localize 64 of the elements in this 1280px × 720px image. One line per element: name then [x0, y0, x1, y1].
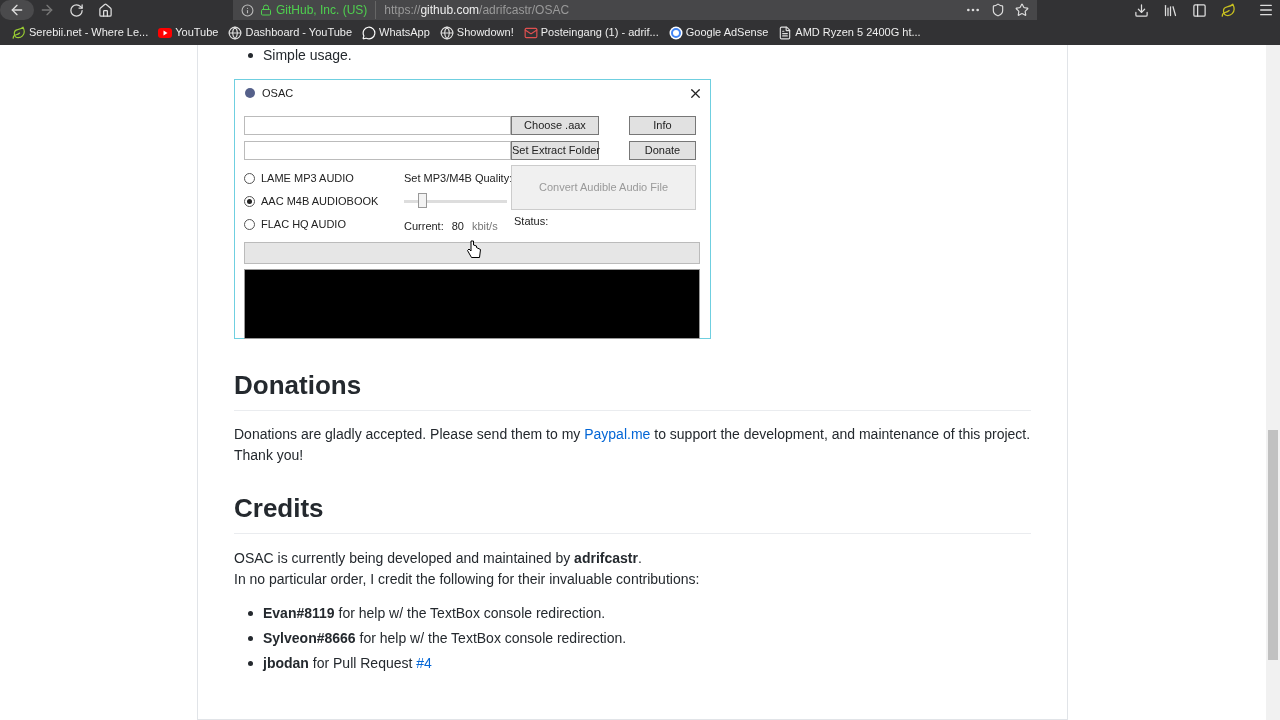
- list-item-text: jbodan for Pull Request #4: [263, 654, 432, 673]
- bullet-icon: [248, 661, 253, 666]
- forward-icon[interactable]: [39, 2, 55, 18]
- format-radio[interactable]: AAC M4B AUDIOBOOK: [244, 195, 404, 208]
- cursor-icon: [467, 240, 481, 260]
- section-heading: Donations: [234, 370, 1031, 411]
- side-button[interactable]: Info: [629, 116, 696, 135]
- quality-label: Set MP3/M4B Quality:: [404, 171, 511, 186]
- file-button[interactable]: Set Extract Folder: [511, 141, 599, 160]
- quality-slider[interactable]: [404, 192, 507, 209]
- list-item-text: Simple usage.: [263, 45, 352, 65]
- site-identity: GitHub, Inc. (US): [276, 1, 377, 19]
- globe-icon: [228, 25, 243, 40]
- bookmark[interactable]: Google AdSense: [668, 24, 769, 41]
- home-icon[interactable]: [98, 2, 113, 18]
- back-icon[interactable]: [9, 2, 25, 18]
- app-icon: [245, 88, 255, 98]
- unit-label: kbit/s: [472, 218, 498, 234]
- play-icon: [158, 25, 173, 40]
- status-label: Status:: [514, 214, 550, 229]
- path-field[interactable]: [244, 116, 511, 135]
- format-radio[interactable]: FLAC HQ AUDIO: [244, 218, 404, 231]
- current-value: 80: [451, 218, 464, 234]
- bookmark[interactable]: Serebii.net - Where Le...: [12, 24, 149, 41]
- chat-icon: [362, 25, 377, 40]
- page-icon: [778, 25, 793, 40]
- bookmark[interactable]: Posteingang (1) - adrif...: [523, 24, 659, 41]
- library-icon[interactable]: [1163, 2, 1178, 18]
- mail-icon: [523, 25, 538, 40]
- pull-request-link[interactable]: #4: [416, 655, 432, 671]
- bullet-icon: [248, 611, 253, 616]
- bookmark[interactable]: YouTube: [158, 24, 219, 41]
- paragraph: OSAC is currently being developed and maintained by adrifcastr.: [234, 549, 643, 568]
- format-radio[interactable]: LAME MP3 AUDIO: [244, 172, 404, 185]
- download-icon[interactable]: [1134, 2, 1149, 18]
- bookmark[interactable]: WhatsApp: [362, 24, 430, 41]
- info-icon: [241, 3, 254, 17]
- reload-icon[interactable]: [69, 2, 84, 18]
- paypal-link[interactable]: Paypal.me: [584, 426, 651, 442]
- current-label: Current:: [404, 218, 444, 234]
- list-item-text: Evan#8119 for help w/ the TextBox console redirection.: [263, 604, 606, 623]
- paragraph: Donations are gladly accepted. Please send them to my Paypal.me to support the development, and maintenance of this project. Thank you!: [234, 425, 1031, 465]
- section-heading: Credits: [234, 493, 1031, 534]
- list-item-text: Sylveon#8666 for help w/ the TextBox console redirection.: [263, 629, 627, 648]
- menu-icon[interactable]: [1258, 2, 1274, 18]
- side-button[interactable]: Donate: [629, 141, 696, 160]
- sidebar-icon[interactable]: [1192, 2, 1207, 18]
- bookmark[interactable]: Showdown!: [439, 24, 514, 41]
- lock-icon: [260, 4, 272, 16]
- globe-icon: [439, 25, 454, 40]
- bookmark[interactable]: Dashboard - YouTube: [228, 24, 353, 41]
- bullet-icon: [248, 52, 253, 58]
- bullet-icon: [248, 636, 253, 641]
- address-bar[interactable]: GitHub, Inc. (US) https://github.com/adrifcastr/OSAC: [233, 0, 1037, 20]
- path-field[interactable]: [244, 141, 511, 160]
- google-icon: [668, 25, 683, 40]
- window-title: OSAC: [262, 85, 294, 101]
- bookmark[interactable]: AMD Ryzen 5 2400G ht...: [778, 24, 921, 41]
- extension-icon[interactable]: [1221, 2, 1236, 18]
- file-button[interactable]: Choose .aax: [511, 116, 599, 135]
- url-text: https://github.com/adrifcastr/OSAC: [384, 2, 570, 19]
- star-icon[interactable]: [1015, 3, 1029, 17]
- leaf-icon: [12, 25, 26, 40]
- paragraph: In no particular order, I credit the following for their invaluable contributions:: [234, 570, 701, 589]
